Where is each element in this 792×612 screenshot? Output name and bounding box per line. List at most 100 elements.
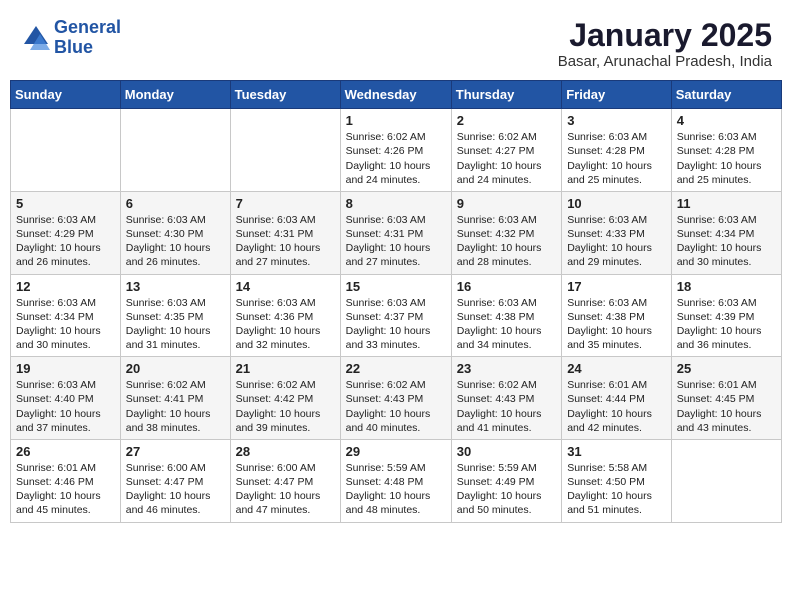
day-info: Sunrise: 6:03 AM Sunset: 4:29 PM Dayligh…: [16, 213, 115, 270]
day-info: Sunrise: 6:01 AM Sunset: 4:44 PM Dayligh…: [567, 378, 666, 435]
calendar-cell: 2 Sunrise: 6:02 AM Sunset: 4:27 PM Daylig…: [451, 109, 561, 192]
day-number: 18: [677, 279, 776, 294]
day-number: 10: [567, 196, 666, 211]
day-info: Sunrise: 6:03 AM Sunset: 4:34 PM Dayligh…: [16, 296, 115, 353]
day-info: Sunrise: 5:59 AM Sunset: 4:48 PM Dayligh…: [346, 461, 446, 518]
calendar-week-row: 26 Sunrise: 6:01 AM Sunset: 4:46 PM Dayli…: [11, 439, 782, 522]
calendar-cell: 5 Sunrise: 6:03 AM Sunset: 4:29 PM Daylig…: [11, 191, 121, 274]
logo: General Blue: [20, 18, 121, 58]
day-number: 13: [126, 279, 225, 294]
calendar-cell: 29 Sunrise: 5:59 AM Sunset: 4:48 PM Dayli…: [340, 439, 451, 522]
weekday-header: Friday: [562, 81, 672, 109]
day-info: Sunrise: 6:03 AM Sunset: 4:33 PM Dayligh…: [567, 213, 666, 270]
day-number: 16: [457, 279, 556, 294]
calendar-cell: [230, 109, 340, 192]
weekday-header: Monday: [120, 81, 230, 109]
day-info: Sunrise: 5:59 AM Sunset: 4:49 PM Dayligh…: [457, 461, 556, 518]
day-info: Sunrise: 6:03 AM Sunset: 4:39 PM Dayligh…: [677, 296, 776, 353]
day-info: Sunrise: 6:03 AM Sunset: 4:28 PM Dayligh…: [677, 130, 776, 187]
calendar-cell: 13 Sunrise: 6:03 AM Sunset: 4:35 PM Dayli…: [120, 274, 230, 357]
logo-general: General: [54, 17, 121, 37]
day-number: 3: [567, 113, 666, 128]
calendar-cell: [671, 439, 781, 522]
calendar-cell: 19 Sunrise: 6:03 AM Sunset: 4:40 PM Dayli…: [11, 357, 121, 440]
calendar-cell: 4 Sunrise: 6:03 AM Sunset: 4:28 PM Daylig…: [671, 109, 781, 192]
day-info: Sunrise: 6:02 AM Sunset: 4:27 PM Dayligh…: [457, 130, 556, 187]
month-title: January 2025: [558, 18, 772, 53]
calendar-cell: 31 Sunrise: 5:58 AM Sunset: 4:50 PM Dayli…: [562, 439, 672, 522]
day-number: 1: [346, 113, 446, 128]
weekday-header: Thursday: [451, 81, 561, 109]
day-info: Sunrise: 6:03 AM Sunset: 4:28 PM Dayligh…: [567, 130, 666, 187]
day-info: Sunrise: 6:01 AM Sunset: 4:46 PM Dayligh…: [16, 461, 115, 518]
day-info: Sunrise: 6:03 AM Sunset: 4:32 PM Dayligh…: [457, 213, 556, 270]
calendar-cell: 14 Sunrise: 6:03 AM Sunset: 4:36 PM Dayli…: [230, 274, 340, 357]
calendar-cell: 23Sunrise: 6:02 AM Sunset: 4:43 PM Dayli…: [451, 357, 561, 440]
day-number: 29: [346, 444, 446, 459]
day-info: Sunrise: 6:03 AM Sunset: 4:31 PM Dayligh…: [346, 213, 446, 270]
day-number: 11: [677, 196, 776, 211]
calendar-week-row: 1 Sunrise: 6:02 AM Sunset: 4:26 PM Daylig…: [11, 109, 782, 192]
day-info: Sunrise: 5:58 AM Sunset: 4:50 PM Dayligh…: [567, 461, 666, 518]
day-info: Sunrise: 6:00 AM Sunset: 4:47 PM Dayligh…: [236, 461, 335, 518]
weekday-header: Sunday: [11, 81, 121, 109]
day-number: 20: [126, 361, 225, 376]
day-info: Sunrise: 6:02 AM Sunset: 4:26 PM Dayligh…: [346, 130, 446, 187]
calendar-cell: 8 Sunrise: 6:03 AM Sunset: 4:31 PM Daylig…: [340, 191, 451, 274]
calendar-cell: 30 Sunrise: 5:59 AM Sunset: 4:49 PM Dayli…: [451, 439, 561, 522]
logo-blue: Blue: [54, 37, 93, 57]
calendar-cell: 18 Sunrise: 6:03 AM Sunset: 4:39 PM Dayli…: [671, 274, 781, 357]
day-info: Sunrise: 6:02 AM Sunset: 4:42 PM Dayligh…: [236, 378, 335, 435]
calendar-week-row: 12 Sunrise: 6:03 AM Sunset: 4:34 PM Dayli…: [11, 274, 782, 357]
calendar-cell: 17Sunrise: 6:03 AM Sunset: 4:38 PM Dayli…: [562, 274, 672, 357]
location: Basar, Arunachal Pradesh, India: [558, 53, 772, 70]
day-number: 30: [457, 444, 556, 459]
calendar-cell: 25 Sunrise: 6:01 AM Sunset: 4:45 PM Dayli…: [671, 357, 781, 440]
day-number: 12: [16, 279, 115, 294]
day-info: Sunrise: 6:02 AM Sunset: 4:41 PM Dayligh…: [126, 378, 225, 435]
day-number: 8: [346, 196, 446, 211]
day-number: 25: [677, 361, 776, 376]
calendar-cell: 26 Sunrise: 6:01 AM Sunset: 4:46 PM Dayli…: [11, 439, 121, 522]
day-info: Sunrise: 6:02 AM Sunset: 4:43 PM Dayligh…: [457, 378, 556, 435]
day-number: 2: [457, 113, 556, 128]
day-info: Sunrise: 6:03 AM Sunset: 4:34 PM Dayligh…: [677, 213, 776, 270]
weekday-header: Wednesday: [340, 81, 451, 109]
calendar-cell: 12 Sunrise: 6:03 AM Sunset: 4:34 PM Dayli…: [11, 274, 121, 357]
day-info: Sunrise: 6:03 AM Sunset: 4:30 PM Dayligh…: [126, 213, 225, 270]
day-number: 21: [236, 361, 335, 376]
calendar-cell: 3 Sunrise: 6:03 AM Sunset: 4:28 PM Daylig…: [562, 109, 672, 192]
day-info: Sunrise: 6:01 AM Sunset: 4:45 PM Dayligh…: [677, 378, 776, 435]
calendar-cell: 20 Sunrise: 6:02 AM Sunset: 4:41 PM Dayli…: [120, 357, 230, 440]
day-number: 4: [677, 113, 776, 128]
calendar-cell: [11, 109, 121, 192]
day-info: Sunrise: 6:03 AM Sunset: 4:35 PM Dayligh…: [126, 296, 225, 353]
day-number: 6: [126, 196, 225, 211]
day-number: 15: [346, 279, 446, 294]
day-number: 31: [567, 444, 666, 459]
day-info: Sunrise: 6:02 AM Sunset: 4:43 PM Dayligh…: [346, 378, 446, 435]
title-block: January 2025 Basar, Arunachal Pradesh, I…: [558, 18, 772, 70]
calendar-cell: 1 Sunrise: 6:02 AM Sunset: 4:26 PM Daylig…: [340, 109, 451, 192]
day-info: Sunrise: 6:03 AM Sunset: 4:38 PM Dayligh…: [457, 296, 556, 353]
day-info: Sunrise: 6:03 AM Sunset: 4:36 PM Dayligh…: [236, 296, 335, 353]
day-info: Sunrise: 6:03 AM Sunset: 4:31 PM Dayligh…: [236, 213, 335, 270]
calendar-cell: 24 Sunrise: 6:01 AM Sunset: 4:44 PM Dayli…: [562, 357, 672, 440]
day-number: 24: [567, 361, 666, 376]
page-header: General Blue January 2025 Basar, Arunach…: [10, 10, 782, 76]
day-number: 19: [16, 361, 115, 376]
day-number: 9: [457, 196, 556, 211]
day-number: 5: [16, 196, 115, 211]
calendar-cell: 27Sunrise: 6:00 AM Sunset: 4:47 PM Dayli…: [120, 439, 230, 522]
logo-icon: [20, 24, 52, 52]
day-number: 28: [236, 444, 335, 459]
calendar-cell: [120, 109, 230, 192]
calendar-cell: 11 Sunrise: 6:03 AM Sunset: 4:34 PM Dayli…: [671, 191, 781, 274]
calendar-cell: 10 Sunrise: 6:03 AM Sunset: 4:33 PM Dayli…: [562, 191, 672, 274]
day-info: Sunrise: 6:03 AM Sunset: 4:40 PM Dayligh…: [16, 378, 115, 435]
day-number: 26: [16, 444, 115, 459]
day-info: Sunrise: 6:03 AM Sunset: 4:37 PM Dayligh…: [346, 296, 446, 353]
calendar-table: SundayMondayTuesdayWednesdayThursdayFrid…: [10, 80, 782, 522]
day-number: 22: [346, 361, 446, 376]
day-number: 14: [236, 279, 335, 294]
